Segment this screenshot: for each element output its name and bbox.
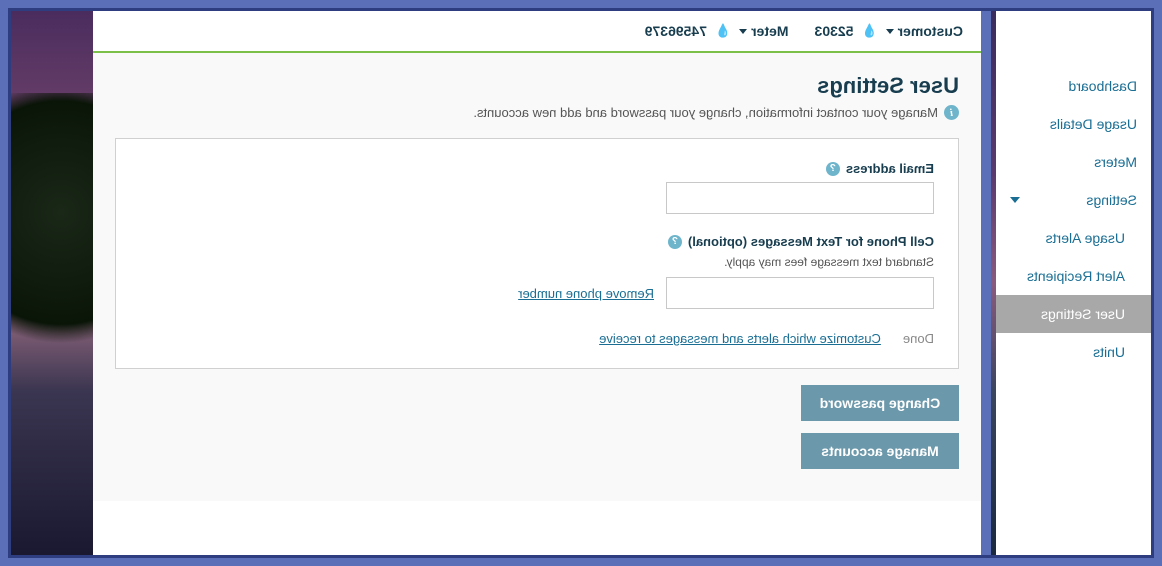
sidebar-item-usage-details[interactable]: Usage Details (996, 105, 1151, 143)
meter-dropdown[interactable]: Meter (739, 23, 788, 39)
email-input[interactable] (666, 182, 934, 214)
info-icon: i (944, 105, 959, 120)
sidebar-item-settings[interactable]: Settings (996, 181, 1151, 219)
waterdrop-icon: 💧 (715, 23, 731, 39)
chevron-down-icon (886, 29, 894, 34)
waterdrop-icon: 💧 (861, 23, 877, 39)
settings-form: Email address ? Cell Phone for Text Mess… (115, 138, 959, 369)
sidebar-item-dashboard[interactable]: Dashboard (996, 67, 1151, 105)
page-subtitle: i Manage your contact information, chang… (115, 105, 959, 120)
help-icon[interactable]: ? (826, 162, 840, 176)
phone-note: Standard text message fees may apply. (140, 255, 934, 269)
sidebar-item-label: Settings (1086, 192, 1137, 208)
customer-label: Customer (898, 23, 963, 39)
sidebar-item-usage-alerts[interactable]: Usage Alerts (996, 219, 1151, 257)
chevron-down-icon (1010, 197, 1020, 203)
sidebar-item-user-settings[interactable]: User Settings (996, 295, 1151, 333)
remove-phone-link[interactable]: Remove phone number (518, 286, 654, 301)
breadcrumb: Customer 💧 52303 Meter 💧 74596379 (93, 11, 981, 51)
phone-label: Cell Phone for Text Messages (optional) (688, 234, 934, 249)
help-icon[interactable]: ? (668, 235, 682, 249)
customer-dropdown[interactable]: Customer (886, 23, 963, 39)
main-content: Customer 💧 52303 Meter 💧 74596379 User S… (93, 11, 981, 555)
manage-accounts-button[interactable]: Manage accounts (801, 433, 959, 469)
done-link[interactable]: Done (903, 331, 934, 346)
sidebar: Dashboard Usage Details Meters Settings … (996, 11, 1151, 555)
customer-value: 52303 (815, 23, 854, 39)
page-title: User Settings (115, 73, 959, 99)
page-subtitle-text: Manage your contact information, change … (473, 105, 938, 120)
phone-input[interactable] (666, 277, 934, 309)
customize-alerts-link[interactable]: Customize which alerts and messages to r… (599, 331, 881, 346)
email-label: Email address (846, 161, 934, 176)
change-password-button[interactable]: Change password (801, 385, 959, 421)
sidebar-item-alert-recipients[interactable]: Alert Recipients (996, 257, 1151, 295)
sidebar-item-units[interactable]: Units (996, 333, 1151, 371)
sidebar-item-meters[interactable]: Meters (996, 143, 1151, 181)
chevron-down-icon (739, 29, 747, 34)
meter-label: Meter (751, 23, 788, 39)
meter-value: 74596379 (645, 23, 707, 39)
